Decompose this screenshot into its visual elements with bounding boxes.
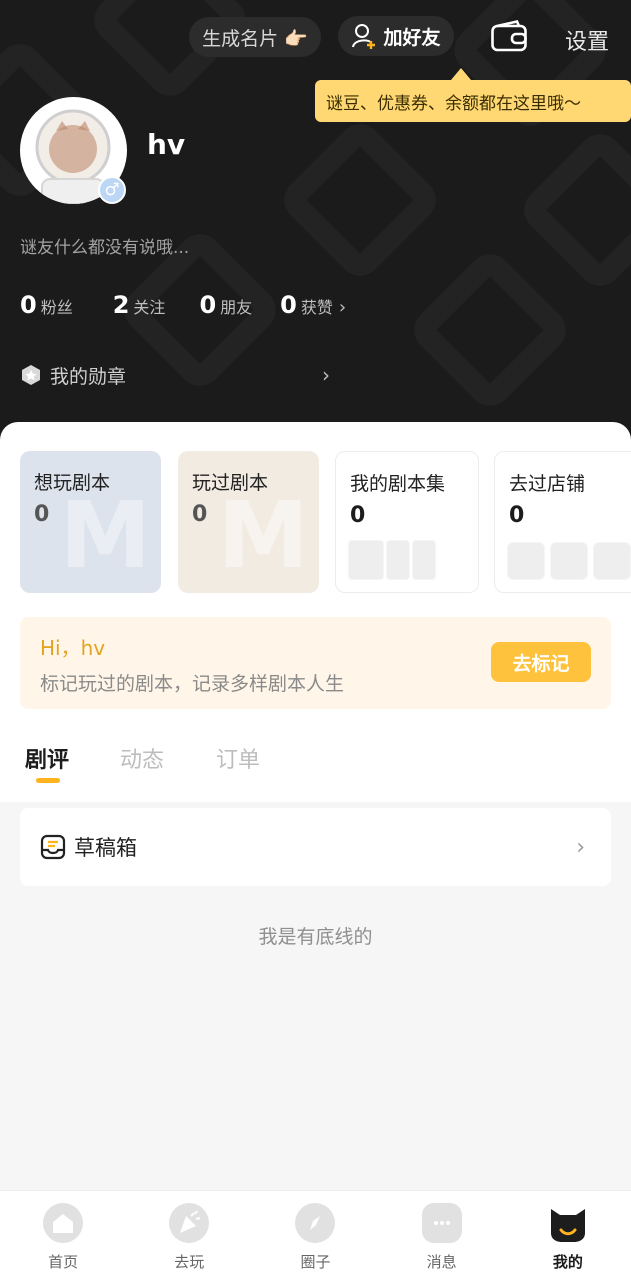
top-actions: 生成名片 👉🏻 加好友 设置 (0, 16, 631, 58)
card-count: 0 (192, 502, 208, 527)
nav-play[interactable]: 去玩 (126, 1191, 252, 1280)
card-title: 我的剧本集 (350, 473, 446, 495)
wallet-tooltip: 谜豆、优惠券、余额都在这里哦～ (315, 68, 631, 122)
promo-greeting: Hi，hv (40, 636, 106, 660)
background-pattern (405, 245, 575, 415)
compass-icon (295, 1203, 336, 1243)
chat-bubble-icon (421, 1203, 462, 1243)
stat-value: 2 (112, 291, 130, 319)
main-panel: M 想玩剧本 0 M 玩过剧本 0 我的剧本集 0 去过店铺 0 Hi，hv 标… (0, 422, 631, 802)
stat-value: 0 (20, 291, 37, 319)
add-friend-label: 加好友 (383, 26, 441, 49)
user-bio[interactable]: 谜友什么都没有说哦... (20, 233, 189, 258)
badges-label: 我的勋章 (50, 365, 127, 388)
m-logo-watermark: M (59, 482, 151, 589)
card-count: 0 (34, 502, 50, 527)
go-mark-button[interactable]: 去标记 (491, 642, 591, 682)
stat-following[interactable]: 2 关注 (113, 291, 166, 319)
settings-button[interactable]: 设置 (565, 24, 609, 56)
stat-label: 朋友 (220, 298, 253, 317)
nav-label: 首页 (48, 1253, 79, 1271)
placeholder-thumb (348, 540, 384, 580)
gender-male-badge: ♂ (98, 176, 126, 204)
profile-stats: 0 粉丝 2 关注 0 朋友 0 获赞 › (20, 291, 346, 325)
generate-card-button[interactable]: 生成名片 👉🏻 (189, 17, 321, 57)
tab-orders[interactable]: 订单 (216, 742, 260, 774)
card-count: 0 (350, 503, 366, 528)
stat-value: 0 (280, 291, 297, 319)
background-pattern (515, 125, 631, 295)
card-count: 0 (509, 503, 525, 528)
stat-likes[interactable]: 0 获赞 (280, 291, 333, 319)
placeholder-thumbnails (507, 542, 631, 580)
stat-value: 0 (199, 291, 217, 319)
content-tabs: 剧评 动态 订单 (0, 742, 631, 792)
m-logo-watermark: M (217, 482, 309, 589)
want-to-play-card[interactable]: M 想玩剧本 0 (20, 451, 161, 593)
tab-activity[interactable]: 动态 (120, 742, 164, 774)
nav-label: 我的 (552, 1253, 583, 1271)
tab-reviews[interactable]: 剧评 (25, 742, 69, 774)
badge-icon (22, 365, 40, 385)
placeholder-thumb (593, 542, 631, 580)
placeholder-thumbnails (348, 540, 438, 580)
nav-circle[interactable]: 圈子 (252, 1191, 378, 1280)
draft-box-icon (40, 834, 66, 860)
chevron-right-icon: › (338, 297, 347, 318)
placeholder-thumb (507, 542, 545, 580)
add-user-icon (352, 24, 376, 49)
card-title: 去过店铺 (509, 473, 586, 495)
stat-label: 粉丝 (40, 298, 73, 317)
wallet-icon[interactable] (491, 20, 527, 52)
visited-shops-card[interactable]: 去过店铺 0 (494, 451, 631, 593)
mark-played-banner: Hi，hv 标记玩过的剧本，记录多样剧本人生 去标记 (20, 617, 611, 709)
my-collection-card[interactable]: 我的剧本集 0 (335, 451, 479, 593)
card-title: 玩过剧本 (192, 472, 269, 494)
stat-label: 获赞 (300, 298, 333, 317)
played-card[interactable]: M 玩过剧本 0 (178, 451, 319, 593)
party-popper-icon (169, 1203, 210, 1243)
stat-friends[interactable]: 0 朋友 (199, 291, 252, 319)
active-tab-indicator (36, 778, 60, 783)
end-of-list-text: 我是有底线的 (258, 926, 373, 948)
nav-messages[interactable]: 消息 (379, 1191, 505, 1280)
background-pattern (275, 115, 445, 285)
nav-mine[interactable]: 我的 (505, 1191, 631, 1280)
bottom-navigation: 首页 去玩 圈子 消息 我的 (0, 1190, 631, 1280)
placeholder-thumb (412, 540, 436, 580)
placeholder-thumb (550, 542, 588, 580)
add-friend-button[interactable]: 加好友 (338, 16, 454, 56)
home-icon (43, 1203, 84, 1243)
drafts-label: 草稿箱 (74, 836, 137, 860)
chevron-right-icon: › (576, 834, 585, 860)
stat-fans[interactable]: 0 粉丝 (20, 291, 73, 319)
profile-header: 生成名片 👉🏻 加好友 设置 谜豆、优惠券、余额都在这里哦～ ♂ hv 谜友什么… (0, 0, 631, 460)
promo-description: 标记玩过的剧本，记录多样剧本人生 (40, 673, 345, 695)
nav-label: 消息 (426, 1253, 457, 1271)
stat-label: 关注 (133, 298, 166, 317)
nav-label: 去玩 (174, 1253, 205, 1271)
chevron-right-icon: › (322, 363, 330, 387)
drafts-row[interactable]: 草稿箱 › (20, 808, 611, 886)
cat-head-icon (548, 1203, 588, 1243)
username: hv (147, 128, 186, 161)
card-title: 想玩剧本 (34, 472, 111, 494)
my-badges-row[interactable]: 我的勋章 › (20, 360, 330, 390)
nav-home[interactable]: 首页 (0, 1191, 126, 1280)
placeholder-thumb (386, 540, 410, 580)
nav-label: 圈子 (300, 1253, 331, 1271)
